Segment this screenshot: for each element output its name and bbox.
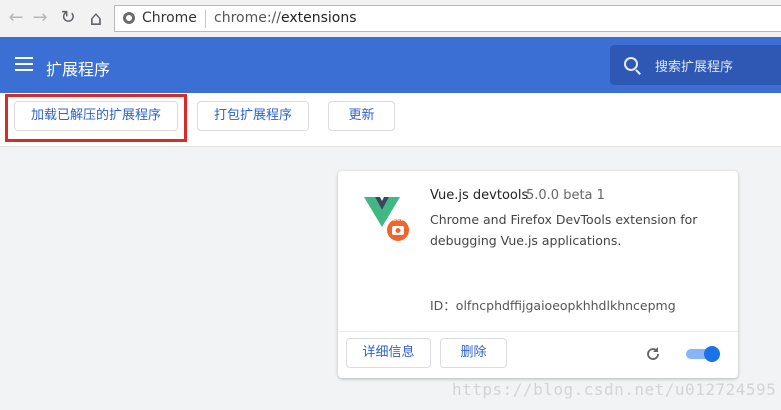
extension-id: ID：olfncphdffijgaioeopkhhdlkhncepmg bbox=[430, 298, 676, 313]
search-icon bbox=[624, 57, 638, 71]
extension-version: 5.0.0 beta 1 bbox=[526, 188, 605, 203]
back-icon[interactable]: ← bbox=[4, 6, 28, 30]
url-text[interactable]: chrome://extensions bbox=[214, 10, 357, 26]
watermark: https://blog.csdn.net/u012724595 bbox=[452, 380, 777, 399]
search-placeholder: 搜索扩展程序 bbox=[655, 60, 734, 75]
vue-devtools-logo-icon: beta bbox=[364, 197, 409, 241]
remove-button[interactable]: 删除 bbox=[440, 338, 507, 368]
card-divider bbox=[338, 331, 738, 332]
reload-extension-icon[interactable] bbox=[645, 346, 661, 362]
extension-name: Vue.js devtools bbox=[430, 188, 529, 203]
details-button[interactable]: 详细信息 bbox=[346, 338, 431, 368]
chip-separator bbox=[205, 10, 206, 28]
url-path: extensions bbox=[281, 10, 357, 26]
chrome-site-icon bbox=[123, 12, 135, 24]
update-button[interactable]: 更新 bbox=[328, 101, 395, 131]
highlight-box bbox=[5, 94, 187, 142]
url-scheme: chrome:// bbox=[214, 10, 281, 26]
browser-toolbar: ← → ↻ ⌂ Chrome chrome://extensions bbox=[0, 0, 781, 38]
address-bar[interactable]: Chrome chrome://extensions bbox=[114, 5, 781, 32]
extension-card: beta Vue.js devtools 5.0.0 beta 1 Chrome… bbox=[338, 171, 738, 378]
page-title: 扩展程序 bbox=[46, 60, 111, 79]
search-input[interactable]: 搜索扩展程序 bbox=[610, 45, 781, 85]
reload-page-icon[interactable]: ↻ bbox=[56, 6, 80, 30]
logo-badge-text: beta bbox=[393, 216, 407, 223]
forward-icon[interactable]: → bbox=[28, 6, 52, 30]
extension-description: Chrome and Firefox DevTools extension fo… bbox=[430, 212, 698, 248]
enable-toggle[interactable] bbox=[686, 346, 720, 362]
menu-icon[interactable] bbox=[15, 57, 33, 71]
site-chip: Chrome bbox=[142, 10, 197, 26]
home-icon[interactable]: ⌂ bbox=[84, 6, 108, 30]
pack-extension-button[interactable]: 打包扩展程序 bbox=[197, 101, 309, 131]
extensions-header: 扩展程序 搜索扩展程序 bbox=[0, 37, 781, 93]
